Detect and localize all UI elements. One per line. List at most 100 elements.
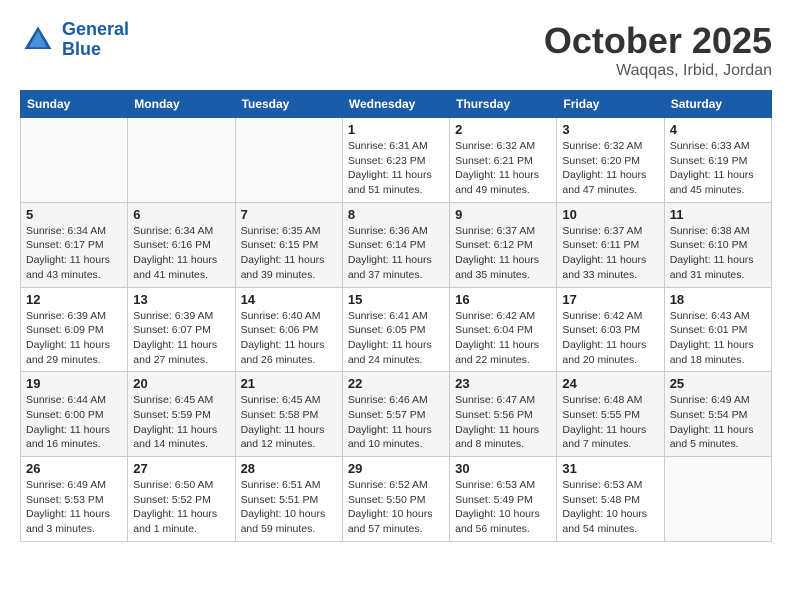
calendar-cell: 25 Sunrise: 6:49 AMSunset: 5:54 PMDayligh… <box>664 372 771 457</box>
location: Waqqas, Irbid, Jordan <box>544 62 772 80</box>
day-number: 6 <box>133 207 229 222</box>
day-info: Sunrise: 6:46 AMSunset: 5:57 PMDaylight:… <box>348 393 444 452</box>
weekday-header: Thursday <box>450 91 557 118</box>
weekday-row: SundayMondayTuesdayWednesdayThursdayFrid… <box>21 91 772 118</box>
calendar-cell <box>664 457 771 542</box>
calendar-cell: 16 Sunrise: 6:42 AMSunset: 6:04 PMDayligh… <box>450 287 557 372</box>
day-number: 12 <box>26 292 122 307</box>
day-number: 23 <box>455 376 551 391</box>
calendar-cell: 28Sunrise: 6:51 AMSunset: 5:51 PMDayligh… <box>235 457 342 542</box>
month-title: October 2025 <box>544 20 772 62</box>
day-number: 5 <box>26 207 122 222</box>
day-info: Sunrise: 6:45 AMSunset: 5:59 PMDaylight:… <box>133 393 229 452</box>
calendar-cell: 23 Sunrise: 6:47 AMSunset: 5:56 PMDayligh… <box>450 372 557 457</box>
calendar-cell: 22 Sunrise: 6:46 AMSunset: 5:57 PMDayligh… <box>342 372 449 457</box>
calendar-cell: 5Sunrise: 6:34 AMSunset: 6:17 PMDaylight… <box>21 202 128 287</box>
calendar-cell: 26 Sunrise: 6:49 AMSunset: 5:53 PMDayligh… <box>21 457 128 542</box>
calendar-cell: 14Sunrise: 6:40 AMSunset: 6:06 PMDayligh… <box>235 287 342 372</box>
weekday-header: Wednesday <box>342 91 449 118</box>
calendar-cell: 7 Sunrise: 6:35 AMSunset: 6:15 PMDaylight… <box>235 202 342 287</box>
calendar-week-row: 1 Sunrise: 6:31 AMSunset: 6:23 PMDaylight… <box>21 118 772 203</box>
day-number: 29 <box>348 461 444 476</box>
calendar-cell: 4Sunrise: 6:33 AMSunset: 6:19 PMDaylight… <box>664 118 771 203</box>
day-number: 16 <box>455 292 551 307</box>
calendar-body: 1 Sunrise: 6:31 AMSunset: 6:23 PMDaylight… <box>21 118 772 542</box>
day-number: 25 <box>670 376 766 391</box>
day-number: 2 <box>455 122 551 137</box>
weekday-header: Saturday <box>664 91 771 118</box>
day-number: 15 <box>348 292 444 307</box>
day-number: 13 <box>133 292 229 307</box>
weekday-header: Friday <box>557 91 664 118</box>
day-info: Sunrise: 6:37 AMSunset: 6:11 PMDaylight:… <box>562 224 658 283</box>
calendar-cell: 29 Sunrise: 6:52 AMSunset: 5:50 PMDayligh… <box>342 457 449 542</box>
day-info: Sunrise: 6:49 AMSunset: 5:54 PMDaylight:… <box>670 393 766 452</box>
day-info: Sunrise: 6:47 AMSunset: 5:56 PMDaylight:… <box>455 393 551 452</box>
day-number: 28 <box>241 461 337 476</box>
day-info: Sunrise: 6:48 AMSunset: 5:55 PMDaylight:… <box>562 393 658 452</box>
day-info: Sunrise: 6:43 AMSunset: 6:01 PMDaylight:… <box>670 309 766 368</box>
weekday-header: Tuesday <box>235 91 342 118</box>
day-info: Sunrise: 6:53 AMSunset: 5:49 PMDaylight:… <box>455 478 551 537</box>
logo-line1: General <box>62 19 129 39</box>
calendar-cell: 11Sunrise: 6:38 AMSunset: 6:10 PMDayligh… <box>664 202 771 287</box>
calendar-cell: 2 Sunrise: 6:32 AMSunset: 6:21 PMDaylight… <box>450 118 557 203</box>
calendar-table: SundayMondayTuesdayWednesdayThursdayFrid… <box>20 90 772 542</box>
logo-text: General Blue <box>62 20 129 60</box>
calendar-cell: 10 Sunrise: 6:37 AMSunset: 6:11 PMDayligh… <box>557 202 664 287</box>
day-info: Sunrise: 6:32 AMSunset: 6:21 PMDaylight:… <box>455 139 551 198</box>
calendar-cell: 19Sunrise: 6:44 AMSunset: 6:00 PMDayligh… <box>21 372 128 457</box>
day-info: Sunrise: 6:32 AMSunset: 6:20 PMDaylight:… <box>562 139 658 198</box>
calendar-header: SundayMondayTuesdayWednesdayThursdayFrid… <box>21 91 772 118</box>
day-info: Sunrise: 6:37 AMSunset: 6:12 PMDaylight:… <box>455 224 551 283</box>
day-number: 31 <box>562 461 658 476</box>
day-number: 4 <box>670 122 766 137</box>
calendar-cell: 20 Sunrise: 6:45 AMSunset: 5:59 PMDayligh… <box>128 372 235 457</box>
calendar-week-row: 26 Sunrise: 6:49 AMSunset: 5:53 PMDayligh… <box>21 457 772 542</box>
day-number: 27 <box>133 461 229 476</box>
day-number: 1 <box>348 122 444 137</box>
calendar-cell: 27 Sunrise: 6:50 AMSunset: 5:52 PMDayligh… <box>128 457 235 542</box>
day-info: Sunrise: 6:42 AMSunset: 6:04 PMDaylight:… <box>455 309 551 368</box>
day-info: Sunrise: 6:44 AMSunset: 6:00 PMDaylight:… <box>26 393 122 452</box>
day-number: 8 <box>348 207 444 222</box>
day-info: Sunrise: 6:45 AMSunset: 5:58 PMDaylight:… <box>241 393 337 452</box>
day-number: 30 <box>455 461 551 476</box>
day-info: Sunrise: 6:41 AMSunset: 6:05 PMDaylight:… <box>348 309 444 368</box>
day-number: 17 <box>562 292 658 307</box>
day-number: 21 <box>241 376 337 391</box>
day-info: Sunrise: 6:49 AMSunset: 5:53 PMDaylight:… <box>26 478 122 537</box>
day-info: Sunrise: 6:52 AMSunset: 5:50 PMDaylight:… <box>348 478 444 537</box>
calendar-week-row: 5Sunrise: 6:34 AMSunset: 6:17 PMDaylight… <box>21 202 772 287</box>
calendar-cell: 9Sunrise: 6:37 AMSunset: 6:12 PMDaylight… <box>450 202 557 287</box>
day-info: Sunrise: 6:35 AMSunset: 6:15 PMDaylight:… <box>241 224 337 283</box>
weekday-header: Sunday <box>21 91 128 118</box>
day-number: 18 <box>670 292 766 307</box>
day-info: Sunrise: 6:31 AMSunset: 6:23 PMDaylight:… <box>348 139 444 198</box>
day-number: 10 <box>562 207 658 222</box>
calendar-cell: 30 Sunrise: 6:53 AMSunset: 5:49 PMDayligh… <box>450 457 557 542</box>
calendar-cell <box>21 118 128 203</box>
day-info: Sunrise: 6:53 AMSunset: 5:48 PMDaylight:… <box>562 478 658 537</box>
calendar-cell: 15 Sunrise: 6:41 AMSunset: 6:05 PMDayligh… <box>342 287 449 372</box>
day-number: 11 <box>670 207 766 222</box>
calendar-cell: 12Sunrise: 6:39 AMSunset: 6:09 PMDayligh… <box>21 287 128 372</box>
calendar-week-row: 12Sunrise: 6:39 AMSunset: 6:09 PMDayligh… <box>21 287 772 372</box>
calendar-week-row: 19Sunrise: 6:44 AMSunset: 6:00 PMDayligh… <box>21 372 772 457</box>
calendar-cell: 13 Sunrise: 6:39 AMSunset: 6:07 PMDayligh… <box>128 287 235 372</box>
calendar-cell: 21 Sunrise: 6:45 AMSunset: 5:58 PMDayligh… <box>235 372 342 457</box>
calendar-cell: 31 Sunrise: 6:53 AMSunset: 5:48 PMDayligh… <box>557 457 664 542</box>
day-number: 14 <box>241 292 337 307</box>
day-number: 20 <box>133 376 229 391</box>
day-number: 22 <box>348 376 444 391</box>
calendar-cell: 8Sunrise: 6:36 AMSunset: 6:14 PMDaylight… <box>342 202 449 287</box>
day-info: Sunrise: 6:34 AMSunset: 6:16 PMDaylight:… <box>133 224 229 283</box>
day-number: 7 <box>241 207 337 222</box>
title-block: October 2025 Waqqas, Irbid, Jordan <box>544 20 772 80</box>
day-info: Sunrise: 6:50 AMSunset: 5:52 PMDaylight:… <box>133 478 229 537</box>
day-number: 24 <box>562 376 658 391</box>
day-number: 26 <box>26 461 122 476</box>
day-info: Sunrise: 6:39 AMSunset: 6:07 PMDaylight:… <box>133 309 229 368</box>
calendar-cell <box>235 118 342 203</box>
calendar-cell: 24 Sunrise: 6:48 AMSunset: 5:55 PMDayligh… <box>557 372 664 457</box>
